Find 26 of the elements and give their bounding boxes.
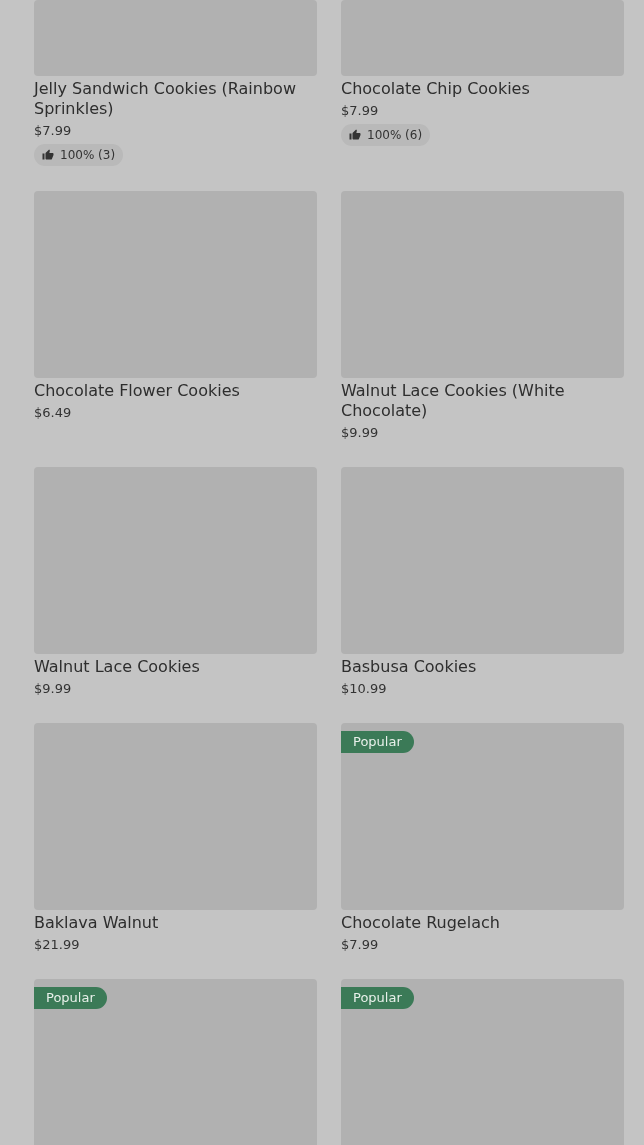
- product-title[interactable]: Walnut Lace Cookies (White Chocolate): [341, 381, 624, 421]
- product-price: $10.99: [341, 680, 388, 698]
- rating-pill: 100% (6): [341, 124, 431, 146]
- image-placeholder[interactable]: Popular: [341, 723, 624, 910]
- product-title[interactable]: Chocolate Chip Cookies: [341, 79, 624, 99]
- product-title[interactable]: Jelly Sandwich Cookies (Rainbow Sprinkles): [34, 79, 317, 119]
- popular-badge: Popular: [34, 987, 107, 1009]
- product-title[interactable]: Chocolate Flower Cookies: [34, 381, 317, 401]
- product-price: $7.99: [341, 102, 380, 120]
- popular-badge: Popular: [341, 731, 414, 753]
- product-title[interactable]: Chocolate Rugelach: [341, 913, 624, 933]
- product-price: $7.99: [341, 936, 380, 954]
- thumbs-up-icon: [349, 129, 361, 141]
- product-price: $6.49: [34, 404, 73, 422]
- rating-pill: 100% (3): [34, 144, 124, 166]
- product-title[interactable]: Basbusa Cookies: [341, 657, 624, 677]
- product-price: $9.99: [34, 680, 73, 698]
- product-title[interactable]: Walnut Lace Cookies: [34, 657, 317, 677]
- product-title[interactable]: Baklava Walnut: [34, 913, 317, 933]
- image-placeholder[interactable]: Popular: [341, 979, 624, 1145]
- product-price: $9.99: [341, 424, 380, 442]
- image-placeholder[interactable]: Popular: [34, 979, 317, 1145]
- product-price: $21.99: [34, 936, 81, 954]
- thumbs-up-icon: [42, 149, 54, 161]
- product-price: $7.99: [34, 122, 73, 140]
- popular-badge: Popular: [341, 987, 414, 1009]
